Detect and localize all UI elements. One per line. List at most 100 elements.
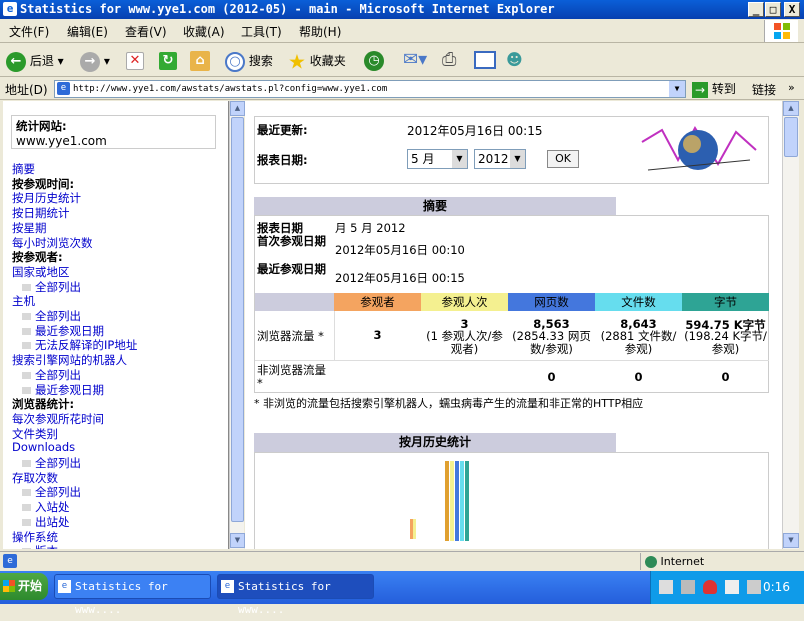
scroll-up-icon[interactable]: ▲ (783, 101, 799, 116)
browser-row: 浏览器流量 * 3 3 (1 参观人次/参观者) 8,563 (2854.33 … (255, 311, 769, 361)
col-visits: 参观人次 (421, 293, 508, 311)
menu-edit[interactable]: 编辑(E) (67, 23, 108, 40)
nav-link[interactable]: 操作系统 (12, 529, 58, 545)
internet-zone-icon (645, 556, 657, 568)
main-content-frame: 最近更新: 2012年05月16日 00:15 报表日期: 5 月 ▼ 2012 ▼… (245, 101, 782, 549)
ok-button[interactable]: OK (547, 150, 579, 168)
scroll-down-icon[interactable]: ▼ (783, 533, 799, 548)
nav-link[interactable]: 按星期 (12, 220, 47, 236)
title-bar: e Statistics for www.yye1.com (2012-05) … (0, 0, 804, 19)
nonbrowser-hits: 0 (634, 370, 643, 384)
history-icon[interactable]: ◷ (364, 51, 384, 71)
nonbrowser-row: 非浏览器流量 * 0 0 0 (255, 361, 769, 393)
mail-icon[interactable]: ✉▾ (403, 49, 427, 71)
nav-link[interactable]: 按日期统计 (12, 205, 70, 221)
report-date-label: 报表日期: (257, 153, 308, 167)
taskbar-item-1[interactable]: e Statistics for www.... (54, 574, 211, 616)
messenger-icon[interactable]: ☻ (506, 49, 523, 71)
links-chevron-icon[interactable]: » (788, 81, 795, 94)
address-input[interactable]: e http://www.yye1.com/awstats/awstats.pl… (54, 80, 686, 98)
month-dropdown-icon[interactable]: ▼ (452, 150, 467, 168)
nav-link[interactable]: 每小时浏览次数 (12, 235, 93, 251)
nav-link[interactable]: 全部列出 (12, 308, 81, 324)
menu-file[interactable]: 文件(F) (9, 23, 49, 40)
first-visit-value: 2012年05月16日 00:10 (335, 243, 465, 257)
close-button[interactable]: X (784, 2, 800, 17)
address-bar: 地址(D) e http://www.yye1.com/awstats/awst… (0, 78, 804, 100)
nav-link[interactable]: 全部列出 (12, 484, 81, 500)
nav-link[interactable]: 每次参观所花时间 (12, 411, 104, 427)
tray-app2-icon[interactable] (747, 580, 761, 594)
nav-link[interactable]: 出站处 (12, 514, 70, 530)
month-select[interactable]: 5 月 ▼ (407, 149, 468, 169)
year-select[interactable]: 2012 ▼ (474, 149, 526, 169)
nav-link[interactable]: 入站处 (12, 499, 70, 515)
forward-button[interactable]: → ▾ (80, 50, 110, 72)
clock: 0:16 (763, 580, 790, 594)
menu-tools[interactable]: 工具(T) (241, 23, 282, 40)
nav-link[interactable]: 按月历史统计 (12, 190, 81, 206)
col-bytes: 字节 (682, 293, 769, 311)
update-box: 最近更新: 2012年05月16日 00:15 报表日期: 5 月 ▼ 2012 ▼… (254, 116, 769, 184)
chart-bar-visitors-tall (445, 461, 449, 541)
left-scroll-thumb[interactable] (231, 117, 244, 522)
nav-section-heading: 按参观时间: (12, 176, 75, 191)
minimize-button[interactable]: _ (748, 2, 764, 17)
forward-arrow-icon: → (80, 51, 100, 72)
links-button[interactable]: 链接 (752, 81, 776, 98)
maximize-button[interactable]: □ (765, 2, 781, 17)
nav-link[interactable]: 无法反解译的IP地址 (12, 337, 137, 353)
print-icon[interactable]: ⎙ (442, 49, 456, 71)
chart-bar-visits-tall (450, 461, 454, 541)
start-logo-icon (3, 580, 15, 592)
edit-icon[interactable] (474, 51, 496, 69)
nav-link[interactable]: 全部列出 (12, 455, 81, 471)
nav-link[interactable]: 最近参观日期 (12, 382, 104, 398)
menu-favorites[interactable]: 收藏(A) (183, 23, 225, 40)
nav-link[interactable]: 摘要 (12, 161, 35, 177)
nav-link[interactable]: 全部列出 (12, 367, 81, 383)
favorites-button[interactable]: ★ 收藏夹 (288, 49, 346, 74)
refresh-icon[interactable]: ↻ (159, 52, 177, 70)
nav-link[interactable]: 全部列出 (12, 279, 81, 295)
search-button[interactable]: ○ 搜索 (225, 50, 273, 72)
nav-link[interactable]: 最近参观日期 (12, 323, 104, 339)
right-scrollbar[interactable]: ▲ ▼ (782, 101, 799, 549)
nav-link[interactable]: Downloads (12, 440, 75, 454)
network-icon[interactable] (659, 580, 673, 594)
address-dropdown-icon[interactable]: ▼ (669, 81, 685, 97)
star-icon: ★ (288, 49, 306, 74)
menu-view[interactable]: 查看(V) (125, 23, 167, 40)
browser-pages-sub: (2854.33 网页数/参观) (512, 329, 591, 356)
ie-icon: e (3, 2, 17, 16)
left-scrollbar[interactable]: ▲ ▼ (229, 101, 245, 549)
scroll-down-icon[interactable]: ▼ (230, 533, 245, 548)
summary-title: 摘要 (254, 197, 616, 215)
menu-help[interactable]: 帮助(H) (299, 23, 341, 40)
chart-bar-hits (460, 461, 464, 541)
start-button[interactable]: 开始 (0, 573, 48, 600)
volume-icon[interactable] (681, 580, 695, 594)
security-shield-icon[interactable] (703, 580, 717, 594)
ie-task-icon: e (58, 580, 71, 593)
nav-link[interactable]: 文件类别 (12, 426, 58, 442)
stop-icon[interactable]: ✕ (126, 52, 144, 70)
back-button[interactable]: ← 后退 ▾ (6, 50, 64, 72)
nav-link[interactable]: 国家或地区 (12, 264, 70, 280)
nav-link[interactable]: 搜索引擎网站的机器人 (12, 352, 127, 368)
year-dropdown-icon[interactable]: ▼ (510, 150, 525, 168)
right-scroll-thumb[interactable] (784, 117, 798, 157)
go-button[interactable]: → 转到 (692, 80, 736, 98)
tray-app-icon[interactable] (725, 580, 739, 594)
taskbar-item-2[interactable]: e Statistics for www.... (217, 574, 374, 616)
scroll-up-icon[interactable]: ▲ (230, 101, 245, 116)
home-icon[interactable]: ⌂ (190, 51, 210, 71)
search-icon: ○ (225, 51, 245, 72)
nav-link[interactable]: 存取次数 (12, 470, 58, 486)
nav-link[interactable]: 主机 (12, 293, 35, 309)
go-arrow-icon: → (692, 81, 708, 98)
col-pages: 网页数 (508, 293, 595, 311)
nav-link[interactable]: 版本 (12, 543, 58, 549)
site-box: 统计网站: www.yye1.com (11, 115, 216, 149)
monthly-chart-area (254, 452, 769, 549)
